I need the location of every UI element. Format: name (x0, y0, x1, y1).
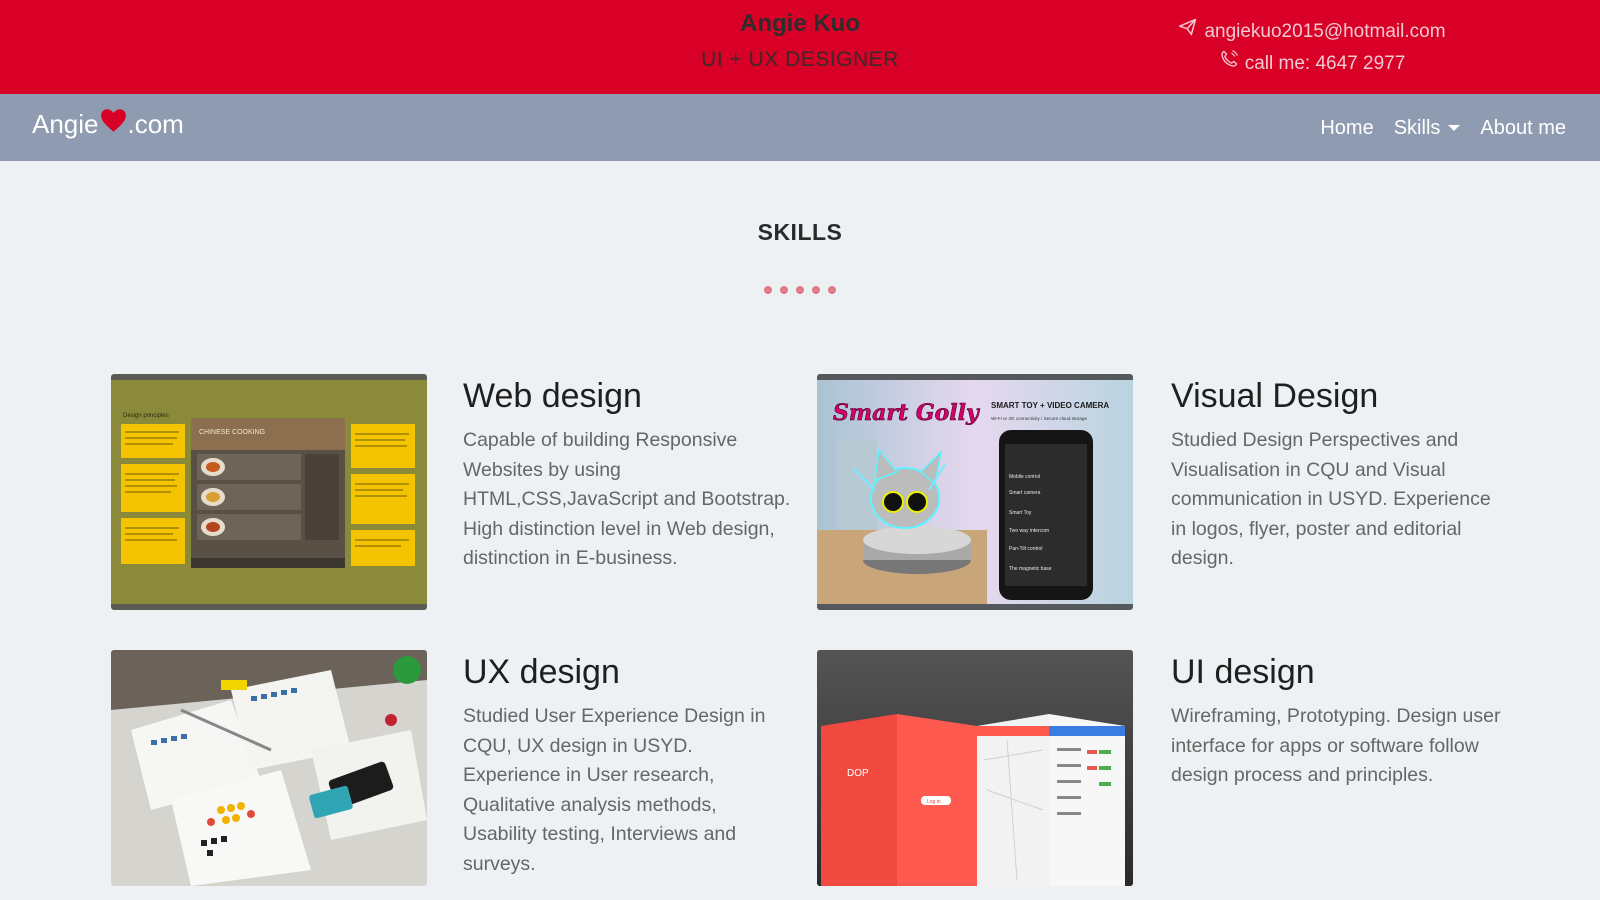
web-image-center-title: CHINESE COOKING (199, 429, 265, 436)
visual-feature: Two way intercom (1009, 528, 1049, 534)
email-link[interactable]: angiekuo2015@hotmail.com (1172, 16, 1452, 48)
phone-icon (1219, 48, 1239, 80)
ui-image-app-name: DOP (847, 768, 869, 779)
owner-name: Angie Kuo (740, 10, 860, 37)
ui-design-title: UI design (1171, 653, 1315, 691)
web-image-panel-title: Design principles (123, 413, 169, 419)
ux-design-title: UX design (463, 653, 620, 691)
nav-about-label: About me (1480, 117, 1566, 139)
ui-image-button-label: Log in (927, 799, 941, 805)
paper-plane-icon (1178, 16, 1198, 48)
nav-skills-label: Skills (1393, 117, 1441, 139)
ux-design-description: Studied User Experience Design in CQU, U… (463, 705, 766, 875)
site-logo[interactable]: Angie .com (32, 108, 184, 140)
owner-role: UI + UX DESIGNER (701, 48, 899, 71)
web-design-image[interactable]: Design principles CHINESE COOKING (111, 374, 427, 610)
visual-image-subline: Wi-Fi or 4G connectivity / Secure cloud … (991, 416, 1087, 421)
phone-text: call me: 4647 2977 (1244, 53, 1406, 74)
visual-feature: Mobile control (1009, 474, 1040, 480)
visual-design-title: Visual Design (1171, 377, 1379, 415)
visual-design-description: Studied Design Perspectives and Visualis… (1171, 429, 1491, 570)
ui-design-description: Wireframing, Prototyping. Design user in… (1171, 705, 1501, 787)
phone-link[interactable]: call me: 4647 2977 (1172, 48, 1452, 80)
divider-dot (828, 286, 836, 294)
chevron-down-icon (1448, 125, 1461, 131)
section-title: SKILLS (757, 219, 843, 245)
visual-feature: Smart camera (1009, 490, 1041, 496)
visual-image-logo: Smart Golly (833, 400, 981, 426)
visual-feature: Smart Toy (1009, 510, 1032, 516)
visual-feature: Pan-Tilt control (1009, 546, 1042, 552)
logo-suffix: .com (127, 108, 184, 139)
heart-icon (99, 108, 128, 140)
navbar: Angie .com Home Skills About me (0, 94, 1600, 161)
nav-about[interactable]: About me (1480, 114, 1566, 142)
visual-image-headline: SMART TOY + VIDEO CAMERA (991, 401, 1109, 410)
divider-dot (812, 286, 820, 294)
divider-dot (796, 286, 804, 294)
contact-info: angiekuo2015@hotmail.com call me: 4647 2… (1172, 16, 1452, 80)
nav-home-label: Home (1320, 117, 1374, 139)
visual-design-image[interactable]: Smart Golly SMART TOY + VIDEO CAMERA Wi-… (817, 374, 1133, 610)
top-header: Angie Kuo UI + UX DESIGNER angiekuo2015@… (0, 0, 1600, 94)
web-design-title: Web design (463, 377, 642, 415)
divider-dot (780, 286, 788, 294)
brand-block: Angie Kuo UI + UX DESIGNER (640, 8, 960, 80)
divider-dot (764, 286, 772, 294)
nav-skills-dropdown[interactable]: Skills (1394, 114, 1461, 142)
nav-links: Home Skills About me (1320, 114, 1566, 142)
section-divider-dots (0, 286, 1600, 294)
web-design-description: Capable of building Responsive Websites … (463, 429, 791, 570)
ui-design-image[interactable]: DOP Log in (817, 650, 1133, 886)
visual-feature: The magnetic base (1009, 566, 1052, 572)
nav-home[interactable]: Home (1320, 114, 1373, 142)
logo-prefix: Angie (32, 108, 99, 139)
ux-design-image[interactable] (111, 650, 427, 886)
email-text: angiekuo2015@hotmail.com (1204, 21, 1446, 42)
